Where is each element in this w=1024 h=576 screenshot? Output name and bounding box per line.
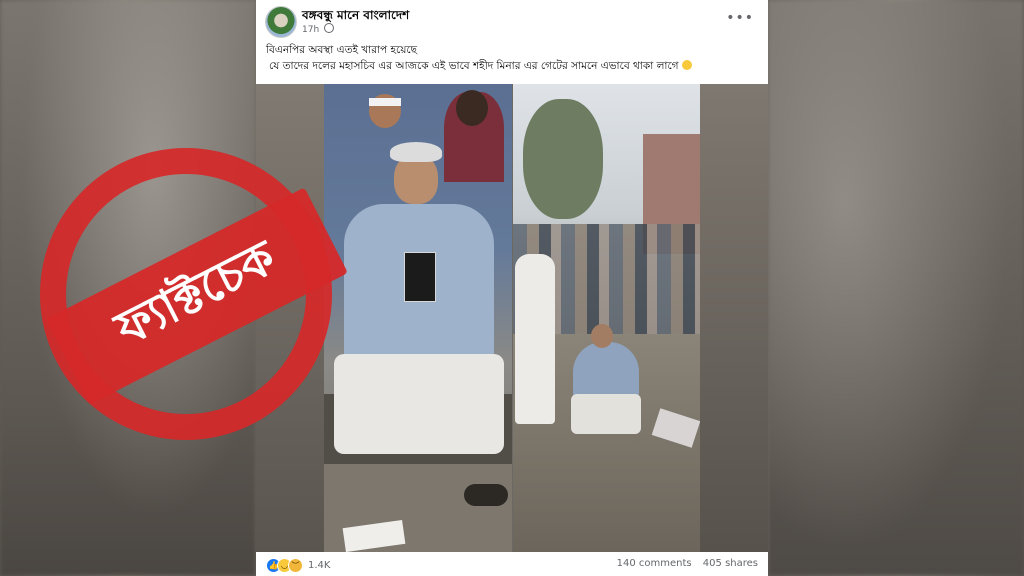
seated-man-hair xyxy=(390,142,442,162)
smile-emoji-icon xyxy=(681,60,692,70)
more-options-button[interactable]: ••• xyxy=(726,10,754,26)
photo-seated-man-closeup xyxy=(324,84,512,552)
page-avatar[interactable] xyxy=(265,6,297,38)
caption-line-2-text: যে তাদের দলের মহাসচিব এর আজকে এই ভাবে শহ… xyxy=(269,60,679,72)
badge-lanyard xyxy=(404,252,436,302)
engagement-counts: 140 comments 405 shares xyxy=(609,558,758,569)
seated-man-body xyxy=(573,342,639,402)
tree xyxy=(523,99,603,219)
post-media[interactable] xyxy=(256,84,768,552)
background-blur-right xyxy=(768,0,1024,576)
sandal xyxy=(464,484,508,506)
post-meta: 17h xyxy=(302,23,335,35)
man-white-panjabi xyxy=(515,254,555,424)
white-headband xyxy=(369,98,401,106)
caption-line-2: যে তাদের দলের মহাসচিব এর আজকে এই ভাবে শহ… xyxy=(266,58,761,74)
ellipsis-icon: ••• xyxy=(726,10,754,26)
seated-man-head xyxy=(591,324,613,348)
post-timestamp[interactable]: 17h xyxy=(302,25,319,35)
post-footer: 👍 ◡ ︶ 1.4K 140 comments 405 shares xyxy=(256,552,768,576)
seated-man-legs xyxy=(334,354,504,454)
reaction-count: 1.4K xyxy=(308,559,331,571)
sad-icon: ︶ xyxy=(288,557,303,573)
shares-count[interactable]: 405 shares xyxy=(703,558,758,569)
photo-seated-man-wide xyxy=(513,84,700,552)
seated-man-legs xyxy=(571,394,641,434)
comments-count[interactable]: 140 comments xyxy=(617,558,692,569)
post-header: বঙ্গবন্ধু মানে বাংলাদেশ 17h ••• বিএনপির … xyxy=(256,0,768,84)
media-blur-right xyxy=(700,84,768,552)
globe-icon xyxy=(324,23,335,33)
caption-line-1: বিএনপির অবস্থা এতই খারাপ হয়েছে xyxy=(266,44,418,56)
reaction-summary[interactable]: 👍 ◡ ︶ 1.4K xyxy=(266,557,330,573)
facebook-post: বঙ্গবন্ধু মানে বাংলাদেশ 17h ••• বিএনপির … xyxy=(256,0,768,576)
post-caption: বিএনপির অবস্থা এতই খারাপ হয়েছে যে তাদের… xyxy=(266,42,761,74)
standing-man-head xyxy=(456,90,488,126)
